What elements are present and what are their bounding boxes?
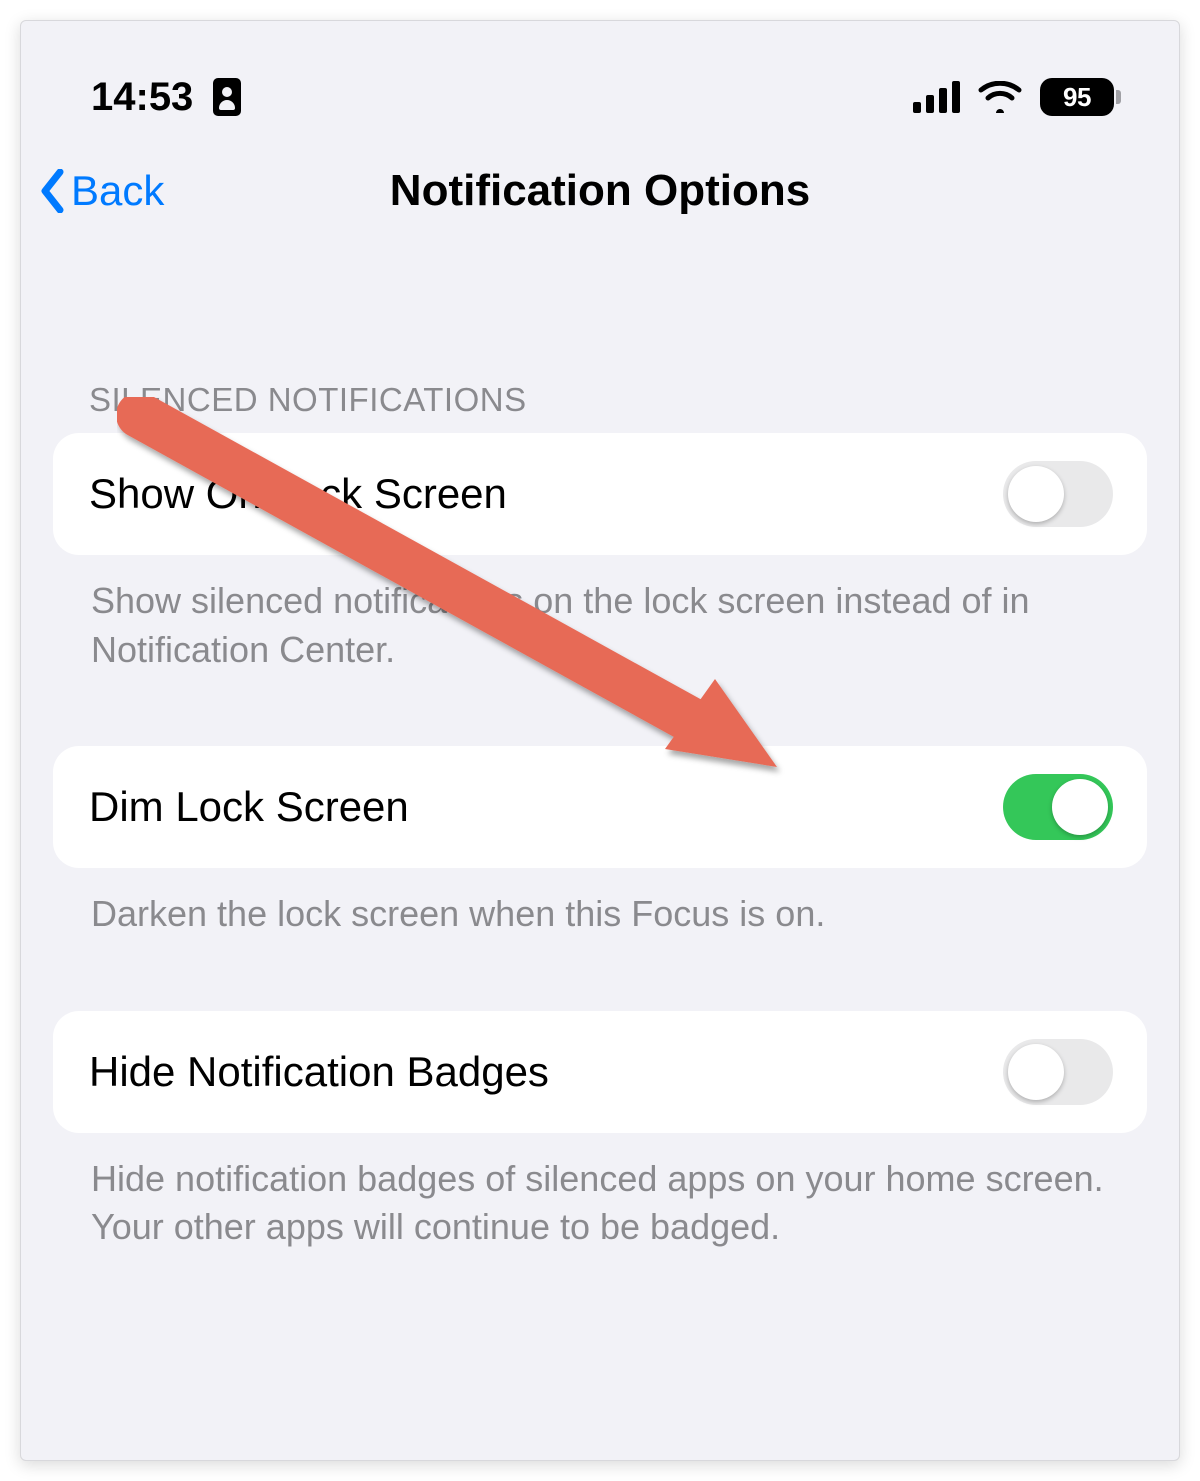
toggle-dim-lock-screen[interactable] xyxy=(1003,774,1113,840)
row-label: Hide Notification Badges xyxy=(89,1048,549,1096)
wifi-icon xyxy=(978,81,1022,113)
page-title: Notification Options xyxy=(390,166,810,216)
contact-card-icon xyxy=(213,78,241,116)
row-footer-hide-notification-badges: Hide notification badges of silenced app… xyxy=(21,1133,1179,1252)
row-footer-dim-lock-screen: Darken the lock screen when this Focus i… xyxy=(21,868,1179,939)
row-show-on-lock-screen[interactable]: Show On Lock Screen xyxy=(53,433,1147,555)
cellular-signal-icon xyxy=(913,81,960,113)
back-button[interactable]: Back xyxy=(39,167,164,215)
settings-screen: 14:53 95 Back xyxy=(20,20,1180,1461)
status-left: 14:53 xyxy=(91,75,241,120)
section-header-silenced: SILENCED NOTIFICATIONS xyxy=(21,251,1179,433)
row-hide-notification-badges[interactable]: Hide Notification Badges xyxy=(53,1011,1147,1133)
back-label: Back xyxy=(71,167,164,215)
toggle-show-on-lock-screen[interactable] xyxy=(1003,461,1113,527)
status-right: 95 xyxy=(913,78,1121,116)
row-label: Show On Lock Screen xyxy=(89,470,507,518)
chevron-left-icon xyxy=(39,169,65,213)
row-dim-lock-screen[interactable]: Dim Lock Screen xyxy=(53,746,1147,868)
battery-level: 95 xyxy=(1040,78,1114,116)
toggle-hide-notification-badges[interactable] xyxy=(1003,1039,1113,1105)
status-time: 14:53 xyxy=(91,75,193,120)
row-footer-show-on-lock-screen: Show silenced notifications on the lock … xyxy=(21,555,1179,674)
nav-bar: Back Notification Options xyxy=(21,131,1179,251)
battery-icon: 95 xyxy=(1040,78,1121,116)
status-bar: 14:53 95 xyxy=(21,21,1179,131)
row-label: Dim Lock Screen xyxy=(89,783,409,831)
